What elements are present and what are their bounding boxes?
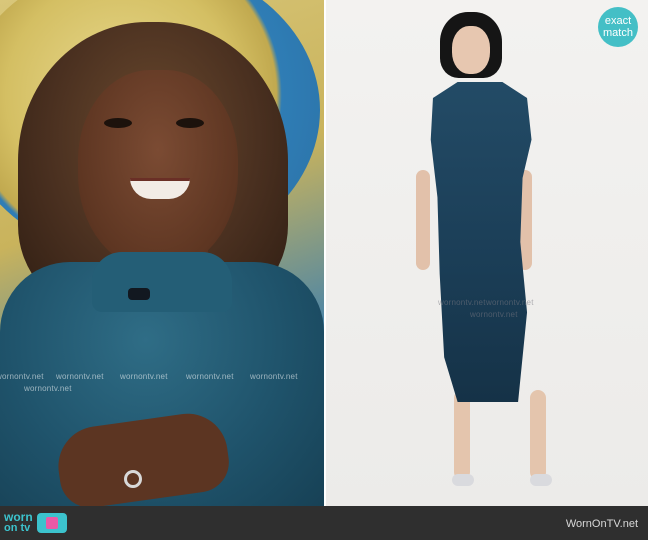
- model-left-arm: [416, 170, 430, 270]
- left-photo-panel: wornontv.net wornontv.net wornontv.net w…: [0, 0, 324, 506]
- right-eye: [176, 118, 204, 128]
- logo-text: worn on tv: [4, 511, 33, 534]
- left-shoe: [452, 474, 474, 486]
- watermark-text: wornontv.net: [24, 384, 72, 393]
- badge-line-1: exact: [604, 15, 632, 27]
- watermark-text: wornontv.net: [250, 372, 298, 381]
- mock-neck-collar: [92, 252, 232, 312]
- tv-logo-icon: [36, 513, 67, 533]
- badge-line-2: match: [603, 27, 633, 39]
- watermark-text: wornontv.net: [486, 298, 534, 307]
- lapel-microphone: [128, 288, 150, 300]
- model-face: [452, 26, 490, 74]
- watermark-text: wornontv.net: [56, 372, 104, 381]
- watermark-text: wornontv.net: [186, 372, 234, 381]
- watermark-text: wornontv.net: [470, 310, 518, 319]
- watermark-text: wornontv.net: [0, 372, 44, 381]
- watermark-text: wornontv.net: [120, 372, 168, 381]
- model-left-leg: [454, 390, 470, 480]
- logo-line-2: on tv: [4, 522, 31, 534]
- model-right-leg: [530, 390, 546, 480]
- exact-match-badge: exact match: [598, 7, 638, 47]
- ring: [124, 470, 142, 488]
- footer-bar: worn on tv WornOnTV.net: [0, 506, 648, 540]
- watermark-text: wornontv.net: [438, 298, 486, 307]
- face: [78, 70, 238, 270]
- right-shoe: [530, 474, 552, 486]
- site-url: WornOnTV.net: [565, 518, 638, 530]
- site-logo[interactable]: worn on tv: [4, 510, 67, 536]
- left-eye: [104, 118, 132, 128]
